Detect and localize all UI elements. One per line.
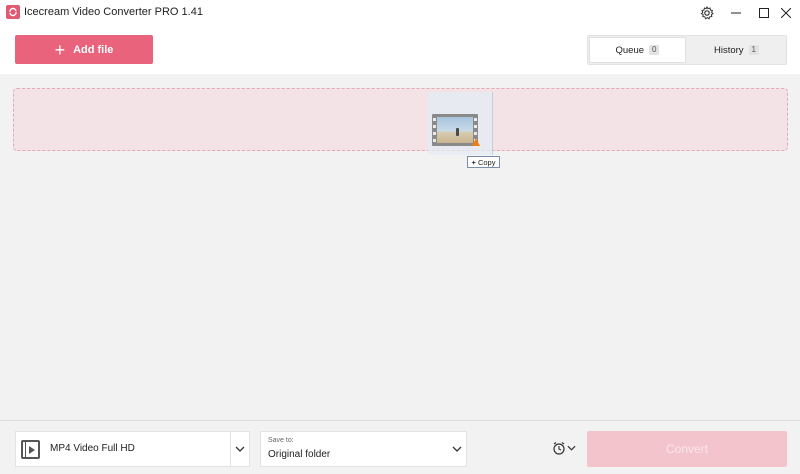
convert-button[interactable]: Convert bbox=[587, 431, 787, 467]
copy-plus-icon: + bbox=[471, 157, 476, 167]
alarm-clock-icon bbox=[553, 442, 565, 455]
video-format-icon bbox=[21, 440, 40, 459]
chevron-down-icon[interactable] bbox=[451, 443, 463, 455]
settings-gear-icon[interactable] bbox=[693, 0, 721, 26]
dragged-file-thumbnail bbox=[428, 92, 493, 155]
drag-copy-tooltip: + Copy bbox=[467, 156, 500, 168]
bottom-bar: MP4 Video Full HD Save to: Original fold… bbox=[0, 420, 800, 474]
save-to-value: Original folder bbox=[268, 449, 331, 460]
view-tabs: Queue 0 History 1 bbox=[587, 35, 787, 65]
vlc-badge-icon bbox=[472, 138, 480, 146]
tab-queue[interactable]: Queue 0 bbox=[589, 37, 686, 63]
output-format-select[interactable]: MP4 Video Full HD bbox=[15, 431, 250, 467]
file-drop-zone[interactable] bbox=[13, 88, 788, 151]
chevron-down-icon bbox=[567, 445, 576, 451]
save-to-select[interactable]: Save to: Original folder bbox=[260, 431, 467, 467]
window-title: Icecream Video Converter PRO 1.41 bbox=[24, 6, 203, 18]
history-count-badge: 1 bbox=[748, 45, 759, 55]
queue-count-badge: 0 bbox=[649, 45, 660, 55]
tab-queue-label: Queue bbox=[615, 44, 645, 56]
chevron-down-icon[interactable] bbox=[234, 443, 246, 455]
plus-icon: + bbox=[54, 39, 66, 60]
tab-history-label: History bbox=[713, 44, 744, 56]
title-bar: Icecream Video Converter PRO 1.41 bbox=[0, 0, 800, 26]
format-value: MP4 Video Full HD bbox=[50, 443, 135, 454]
minimize-icon[interactable] bbox=[722, 0, 750, 26]
save-to-caption: Save to: bbox=[268, 437, 294, 444]
convert-label: Convert bbox=[665, 442, 709, 456]
copy-label: Copy bbox=[477, 157, 496, 167]
toolbar-header: + Add file Queue 0 History 1 bbox=[0, 26, 800, 74]
add-file-label: Add file bbox=[73, 43, 114, 56]
schedule-button[interactable] bbox=[552, 439, 578, 457]
close-icon[interactable] bbox=[772, 0, 800, 26]
add-file-button[interactable]: + Add file bbox=[15, 35, 153, 64]
tab-history[interactable]: History 1 bbox=[688, 37, 785, 63]
app-logo-icon bbox=[6, 5, 20, 19]
